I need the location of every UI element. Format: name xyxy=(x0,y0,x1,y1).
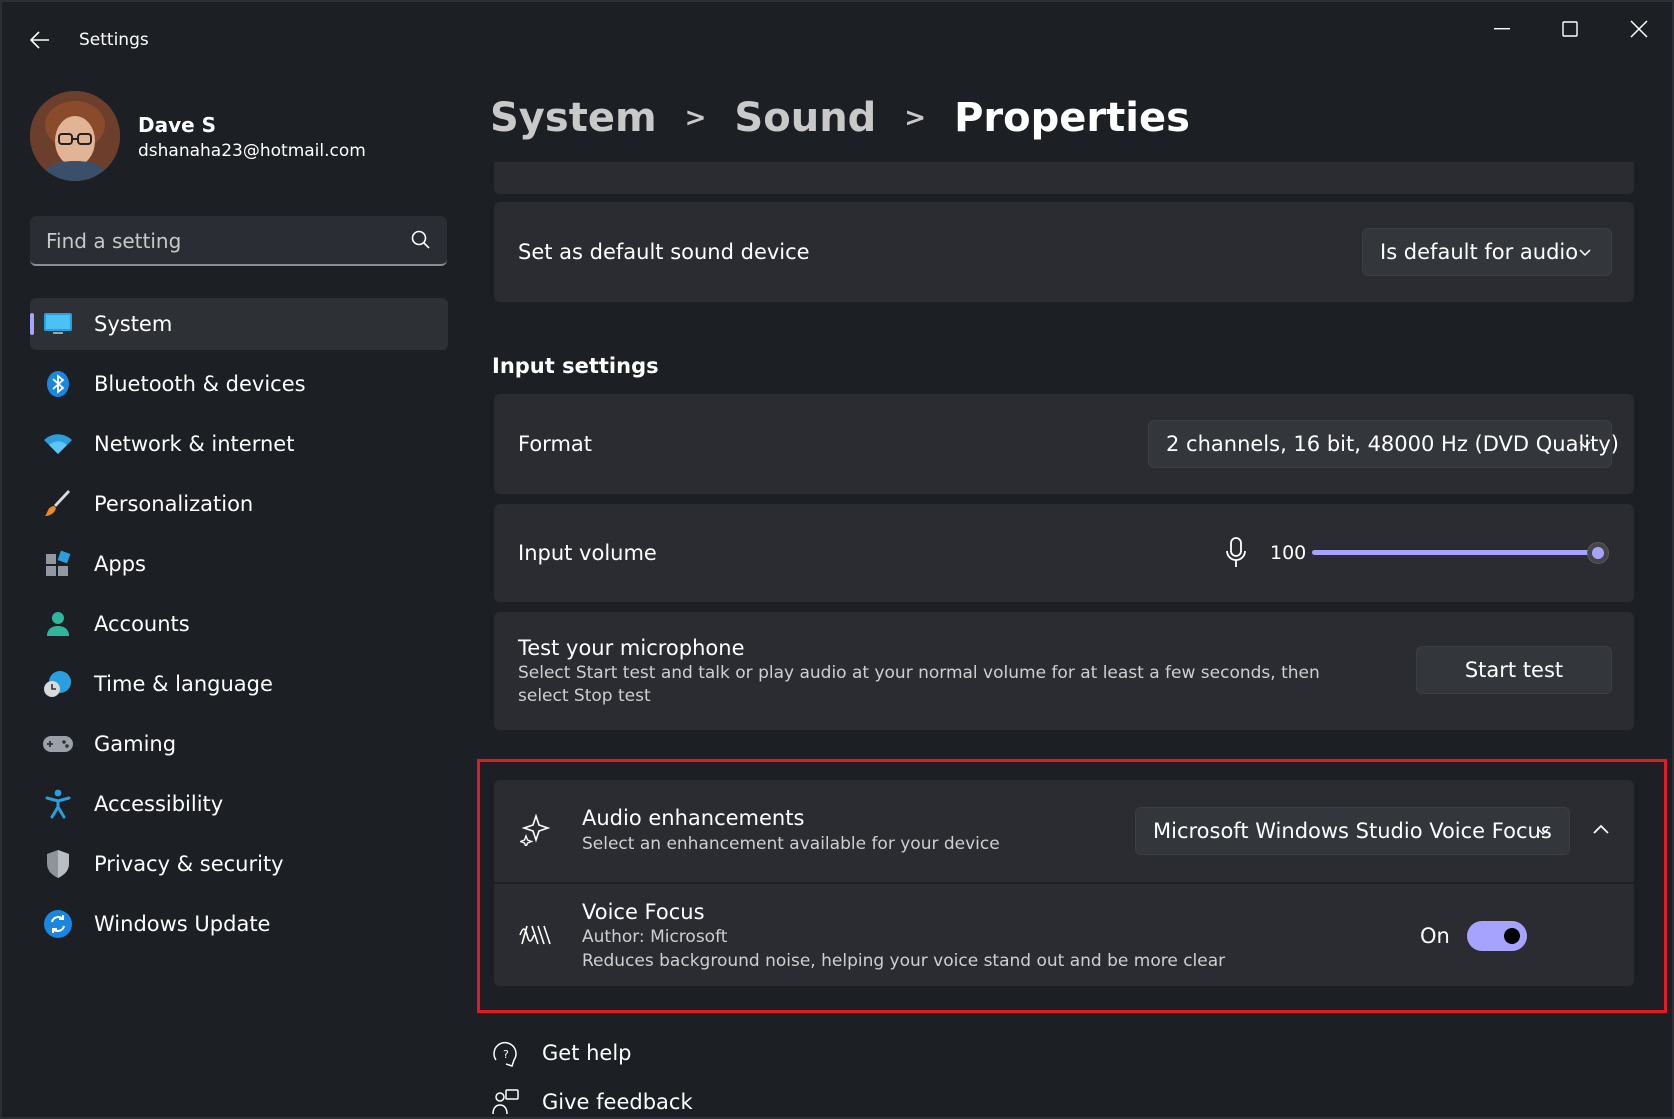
update-icon xyxy=(42,910,74,938)
microphone-icon[interactable] xyxy=(1224,536,1248,570)
sidebar-item-label: Time & language xyxy=(94,672,273,696)
sidebar-item-gaming[interactable]: Gaming xyxy=(30,718,448,770)
default-device-card: Set as default sound device Is default f… xyxy=(494,202,1634,302)
sidebar-item-label: Apps xyxy=(94,552,146,576)
svg-text:?: ? xyxy=(503,1048,509,1061)
give-feedback-link[interactable]: Give feedback xyxy=(542,1090,693,1114)
input-volume-value: 100 xyxy=(1270,542,1307,564)
app-title: Settings xyxy=(79,30,149,50)
sidebar-item-windows-update[interactable]: Windows Update xyxy=(30,898,448,950)
chevron-down-icon xyxy=(1579,441,1591,449)
breadcrumb-system[interactable]: System xyxy=(490,95,657,141)
sidebar-item-accounts[interactable]: Accounts xyxy=(30,598,448,650)
format-label: Format xyxy=(518,432,593,456)
input-volume-slider[interactable] xyxy=(1312,550,1598,555)
person-icon xyxy=(42,610,74,638)
title-bar: Settings xyxy=(2,2,1674,78)
default-device-dropdown[interactable]: Is default for audio xyxy=(1362,228,1612,276)
avatar xyxy=(30,91,120,181)
sidebar-item-privacy[interactable]: Privacy & security xyxy=(30,838,448,890)
close-icon xyxy=(1630,20,1648,38)
search-input[interactable]: Find a setting xyxy=(30,216,447,266)
sidebar-item-label: System xyxy=(94,312,173,336)
sidebar-item-label: Network & internet xyxy=(94,432,295,456)
sidebar-item-network[interactable]: Network & internet xyxy=(30,418,448,470)
sidebar-item-accessibility[interactable]: Accessibility xyxy=(30,778,448,830)
sidebar-nav: System Bluetooth & devices Network & int… xyxy=(30,298,448,958)
input-settings-heading: Input settings xyxy=(492,354,659,378)
gamepad-icon xyxy=(42,730,74,758)
apps-icon xyxy=(42,550,74,578)
back-button[interactable] xyxy=(22,24,58,56)
breadcrumb-sound[interactable]: Sound xyxy=(734,95,876,141)
arrow-left-icon xyxy=(30,31,49,49)
sidebar-item-label: Privacy & security xyxy=(94,852,284,876)
accessibility-icon xyxy=(42,789,74,819)
clock-globe-icon xyxy=(42,670,74,698)
minimize-icon xyxy=(1494,28,1510,30)
test-microphone-card: Test your microphone Select Start test a… xyxy=(494,612,1634,730)
chevron-down-icon xyxy=(1579,249,1591,257)
search-placeholder: Find a setting xyxy=(46,229,182,253)
default-device-label: Set as default sound device xyxy=(518,240,810,264)
close-button[interactable] xyxy=(1614,12,1664,46)
chevron-right-icon: > xyxy=(904,103,927,133)
settings-window: Settings Dave S dshanaha23@hotmail.com F… xyxy=(0,0,1674,1119)
user-name: Dave S xyxy=(138,113,217,137)
bluetooth-icon xyxy=(42,370,74,398)
breadcrumb-properties: Properties xyxy=(954,95,1190,141)
brush-icon xyxy=(42,490,74,518)
get-help-link[interactable]: Get help xyxy=(542,1041,632,1065)
test-mic-description: Select Start test and talk or play audio… xyxy=(518,663,1320,706)
slider-fill xyxy=(1312,550,1598,555)
default-device-value: Is default for audio xyxy=(1380,240,1579,264)
search-icon xyxy=(411,230,430,249)
test-mic-label: Test your microphone xyxy=(518,636,745,660)
maximize-icon xyxy=(1562,21,1578,37)
sidebar-item-label: Windows Update xyxy=(94,912,271,936)
format-card: Format 2 channels, 16 bit, 48000 Hz (DVD… xyxy=(494,394,1634,494)
shield-icon xyxy=(42,850,74,878)
input-volume-label: Input volume xyxy=(518,541,657,565)
wifi-icon xyxy=(42,430,74,458)
highlight-box xyxy=(477,759,1667,1013)
help-icon[interactable]: ? xyxy=(492,1040,520,1068)
sidebar-item-personalization[interactable]: Personalization xyxy=(30,478,448,530)
sidebar-item-system[interactable]: System xyxy=(30,298,448,350)
previous-setting-card xyxy=(494,162,1634,194)
monitor-icon xyxy=(42,310,74,338)
sidebar-item-label: Bluetooth & devices xyxy=(94,372,306,396)
format-value: 2 channels, 16 bit, 48000 Hz (DVD Qualit… xyxy=(1166,432,1619,456)
feedback-icon[interactable] xyxy=(492,1088,520,1116)
sidebar-item-label: Accounts xyxy=(94,612,190,636)
chevron-right-icon: > xyxy=(684,103,707,133)
breadcrumb: System > Sound > Properties xyxy=(490,90,1190,146)
sidebar-item-time-language[interactable]: Time & language xyxy=(30,658,448,710)
sidebar-item-bluetooth[interactable]: Bluetooth & devices xyxy=(30,358,448,410)
sidebar-item-label: Gaming xyxy=(94,732,177,756)
minimize-button[interactable] xyxy=(1477,12,1527,46)
sidebar-item-label: Accessibility xyxy=(94,792,224,816)
active-indicator xyxy=(30,313,34,335)
slider-thumb[interactable] xyxy=(1587,542,1609,564)
user-email: dshanaha23@hotmail.com xyxy=(138,141,366,161)
start-test-button[interactable]: Start test xyxy=(1416,646,1612,694)
maximize-button[interactable] xyxy=(1545,12,1595,46)
format-dropdown[interactable]: 2 channels, 16 bit, 48000 Hz (DVD Qualit… xyxy=(1148,420,1619,468)
sidebar-item-apps[interactable]: Apps xyxy=(30,538,448,590)
user-profile[interactable]: Dave S dshanaha23@hotmail.com xyxy=(30,91,450,181)
sidebar-item-label: Personalization xyxy=(94,492,254,516)
